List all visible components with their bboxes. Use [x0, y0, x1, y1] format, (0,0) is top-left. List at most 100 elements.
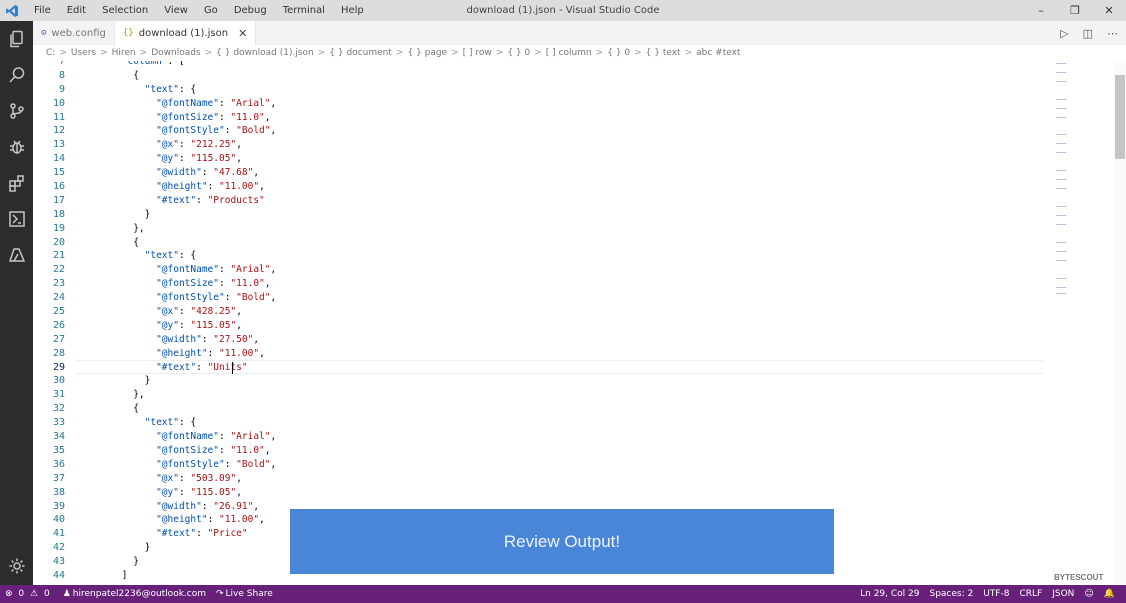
minimap-line — [1056, 72, 1066, 78]
code-line[interactable]: "@height": "11.00", — [76, 347, 276, 361]
run-icon[interactable]: ▷ — [1060, 27, 1068, 40]
code-lines[interactable]: "column": [ { "text": { "@fontName": "Ar… — [76, 61, 276, 583]
code-line[interactable]: "#text": "Price" — [76, 527, 276, 541]
menu-item-go[interactable]: Go — [196, 0, 226, 21]
code-line[interactable]: "#text": "Units" — [76, 361, 276, 375]
code-line[interactable]: "@y": "115.05", — [76, 486, 276, 500]
code-line[interactable]: "@fontSize": "11.0", — [76, 444, 276, 458]
code-editor[interactable]: 7 8 9 10 11 12 13 14 15 16 17 18 19 20 21 22 23 24 25 26 27 2… — [33, 61, 1113, 585]
account-status[interactable]: ♟ hirenpatel2236@outlook.com — [58, 589, 211, 599]
code-line[interactable]: } — [76, 374, 276, 388]
chevron-right-icon: > — [317, 48, 326, 58]
line-number: 12 — [52, 125, 65, 137]
code-line[interactable]: "@y": "115.05", — [76, 319, 276, 333]
close-tab-icon[interactable]: ✕ — [238, 27, 247, 40]
code-line[interactable]: ] — [76, 569, 276, 583]
code-line[interactable]: }, — [76, 222, 276, 236]
settings-gear-icon[interactable] — [0, 548, 33, 584]
line-numbers: 7 8 9 10 11 12 13 14 15 16 17 18 19 20 21 22 23 24 25 26 27 2… — [33, 61, 66, 583]
breadcrumb-item[interactable]: { } 0 — [607, 48, 630, 58]
breadcrumb-item[interactable]: { } download (1).json — [216, 48, 314, 58]
line-number: 19 — [52, 222, 65, 234]
encoding-setting[interactable]: UTF-8 — [978, 589, 1014, 599]
breadcrumb-item[interactable]: [ ] column — [546, 48, 592, 58]
eol-setting[interactable]: CRLF — [1014, 589, 1047, 599]
minimap-line — [1056, 242, 1066, 248]
scrollbar-thumb[interactable] — [1115, 75, 1125, 159]
problems-indicator[interactable]: ⊗ 0 ⚠ 0 — [0, 589, 58, 599]
search-icon[interactable] — [0, 57, 33, 93]
code-line[interactable]: } — [76, 208, 276, 222]
language-mode[interactable]: JSON — [1047, 589, 1079, 599]
code-line[interactable]: "#text": "Products" — [76, 194, 276, 208]
code-line[interactable]: }, — [76, 388, 276, 402]
explorer-icon[interactable] — [0, 21, 33, 57]
remote-explorer-icon[interactable] — [0, 201, 33, 237]
menu-item-terminal[interactable]: Terminal — [275, 0, 333, 21]
breadcrumb-item[interactable]: { } page — [407, 48, 447, 58]
close-window-icon[interactable]: ✕ — [1092, 0, 1126, 21]
indentation-setting[interactable]: Spaces: 2 — [924, 589, 978, 599]
azure-icon[interactable] — [0, 237, 33, 273]
code-line[interactable]: "@fontStyle": "Bold", — [76, 458, 276, 472]
tab-download-json[interactable]: {} download (1).json ✕ — [114, 21, 257, 45]
breadcrumb-item[interactable]: { } text — [646, 48, 681, 58]
code-line[interactable]: "@fontName": "Arial", — [76, 430, 276, 444]
split-editor-icon[interactable]: ◫ — [1083, 27, 1093, 40]
code-line[interactable]: "@x": "428.25", — [76, 305, 276, 319]
extensions-icon[interactable] — [0, 165, 33, 201]
code-line[interactable]: "@fontStyle": "Bold", — [76, 124, 276, 138]
breadcrumb-item[interactable]: { } document — [329, 48, 392, 58]
code-line[interactable]: { — [76, 236, 276, 250]
code-line[interactable]: "@width": "27.50", — [76, 333, 276, 347]
code-line[interactable]: } — [76, 541, 276, 555]
line-number: 14 — [52, 153, 65, 165]
cursor-position[interactable]: Ln 29, Col 29 — [855, 589, 924, 599]
menu-item-debug[interactable]: Debug — [226, 0, 275, 21]
debug-icon[interactable] — [0, 129, 33, 165]
code-line[interactable]: "@x": "212.25", — [76, 138, 276, 152]
breadcrumb-item[interactable]: [ ] row — [463, 48, 492, 58]
menu-item-selection[interactable]: Selection — [94, 0, 156, 21]
code-line[interactable]: "@height": "11.00", — [76, 180, 276, 194]
notifications-bell-icon[interactable]: 🔔 — [1099, 589, 1120, 599]
code-line[interactable]: { — [76, 402, 276, 416]
more-actions-icon[interactable]: ⋯ — [1107, 27, 1118, 40]
breadcrumb-item[interactable]: Downloads — [151, 48, 200, 58]
breadcrumb-item[interactable]: Hiren — [112, 48, 136, 58]
code-line[interactable]: "@fontSize": "11.0", — [76, 277, 276, 291]
maximize-icon[interactable]: ❐ — [1058, 0, 1092, 21]
code-line[interactable]: "@fontStyle": "Bold", — [76, 291, 276, 305]
breadcrumb-item[interactable]: abc #text — [696, 48, 740, 58]
breadcrumb-item[interactable]: Users — [71, 48, 96, 58]
tab-web-config[interactable]: ⚙ web.config — [33, 21, 115, 45]
code-line[interactable]: } — [76, 555, 276, 569]
live-share-button[interactable]: ↷ Live Share — [211, 589, 278, 599]
code-line[interactable]: "@width": "47.68", — [76, 166, 276, 180]
code-line[interactable]: "text": { — [76, 83, 276, 97]
code-line[interactable]: "@fontName": "Arial", — [76, 97, 276, 111]
menu-item-file[interactable]: File — [26, 0, 59, 21]
code-line[interactable]: "text": { — [76, 249, 276, 263]
code-line[interactable]: "@fontName": "Arial", — [76, 263, 276, 277]
code-line[interactable]: "@height": "11.00", — [76, 513, 276, 527]
minimap-line — [1056, 293, 1066, 299]
feedback-smiley-icon[interactable]: ☺ — [1079, 589, 1098, 599]
breadcrumb-item[interactable]: { } 0 — [507, 48, 530, 58]
minimize-icon[interactable]: – — [1024, 0, 1058, 21]
code-line[interactable]: "column": [ — [76, 61, 276, 69]
menu-item-view[interactable]: View — [156, 0, 196, 21]
code-line[interactable]: "text": { — [76, 416, 276, 430]
code-line[interactable]: "@fontSize": "11.0", — [76, 111, 276, 125]
menu-item-help[interactable]: Help — [333, 0, 372, 21]
code-line[interactable]: "@y": "115.05", — [76, 152, 276, 166]
editor-tabs: ⚙ web.config {} download (1).json ✕ — [33, 21, 1126, 45]
code-line[interactable]: "@x": "503.09", — [76, 472, 276, 486]
vertical-scrollbar[interactable] — [1114, 61, 1126, 585]
menu-item-edit[interactable]: Edit — [59, 0, 94, 21]
source-control-icon[interactable] — [0, 93, 33, 129]
minimap[interactable] — [1052, 61, 1084, 301]
code-line[interactable]: "@width": "26.91", — [76, 500, 276, 514]
code-line[interactable]: { — [76, 69, 276, 83]
breadcrumb-item[interactable]: C: — [46, 48, 55, 58]
